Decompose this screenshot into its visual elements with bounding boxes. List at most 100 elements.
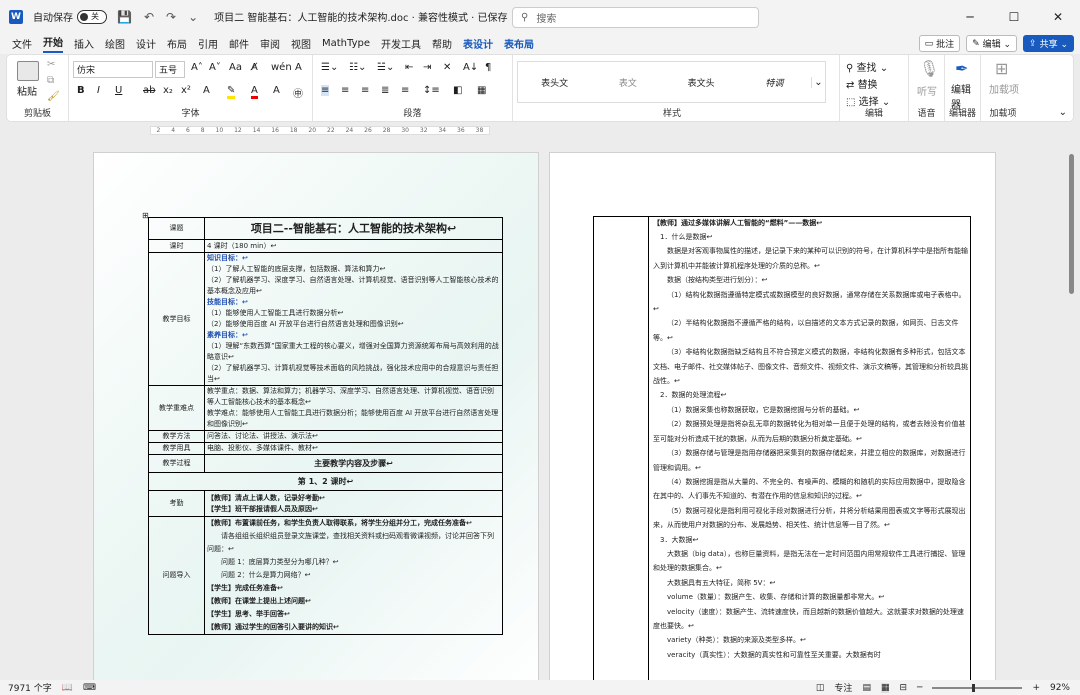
- italic-icon[interactable]: I: [97, 85, 100, 96]
- sort-icon[interactable]: A↓: [463, 62, 478, 73]
- objectives-cell[interactable]: 知识目标：↩ （1）了解人工智能的底层支撑，包括数据、算法和算力↩ （2）了解机…: [204, 252, 503, 386]
- borders-icon[interactable]: ▦: [477, 85, 486, 96]
- font-name-select[interactable]: 仿宋: [73, 61, 153, 78]
- subscript-icon[interactable]: x₂: [163, 85, 173, 96]
- comments-button[interactable]: ▭ 批注: [918, 35, 961, 52]
- bold-icon[interactable]: B: [77, 85, 85, 96]
- tab-references[interactable]: 引用: [198, 36, 218, 51]
- undo-icon[interactable]: ↶: [144, 10, 154, 24]
- cell-key[interactable]: 教学用具: [148, 442, 205, 455]
- print-layout-icon[interactable]: ▦: [880, 682, 890, 693]
- accessibility-icon[interactable]: ⌨: [83, 683, 96, 693]
- enclose-char-icon[interactable]: ㊥: [293, 85, 303, 100]
- char-border-icon[interactable]: A: [295, 62, 302, 73]
- align-left-icon[interactable]: ≡: [401, 85, 409, 96]
- share-button[interactable]: ⇪ 共享 ⌄: [1023, 35, 1074, 52]
- shading-icon[interactable]: ◧: [453, 85, 462, 96]
- distributed-icon[interactable]: ≣: [381, 85, 389, 96]
- period-heading[interactable]: 第 1、2 课时↩: [148, 472, 503, 491]
- page-1[interactable]: ⊞ 课题 项目二--智能基石：人工智能的技术架构↩ 课时 4 课时（180 min）…: [93, 152, 539, 692]
- vertical-scrollbar[interactable]: [1067, 152, 1076, 680]
- redo-icon[interactable]: ↷: [166, 10, 176, 24]
- highlight-icon[interactable]: ✎: [227, 85, 236, 99]
- word-count[interactable]: 7971 个字: [8, 681, 52, 694]
- char-shading-icon[interactable]: A: [273, 85, 280, 96]
- editing-mode-button[interactable]: ✎ 编辑 ⌄: [966, 35, 1018, 52]
- find-button[interactable]: ⚲ 查找 ⌄: [846, 59, 888, 74]
- style-item[interactable]: 表头文: [518, 76, 591, 89]
- tab-draw[interactable]: 绘图: [105, 36, 125, 51]
- clear-format-icon[interactable]: A̸: [251, 62, 258, 73]
- lesson-title[interactable]: 项目二--智能基石：人工智能的技术架构↩: [204, 217, 503, 240]
- proofing-icon[interactable]: 📖: [62, 683, 73, 693]
- chinese-layout-icon[interactable]: ✕: [443, 62, 451, 73]
- zoom-level[interactable]: 92%: [1050, 683, 1070, 693]
- restore-button[interactable]: ☐: [992, 0, 1036, 33]
- change-case-icon[interactable]: Aa: [229, 62, 242, 73]
- bullets-icon[interactable]: ☰⌄: [321, 62, 338, 73]
- tab-table-design[interactable]: 表设计: [463, 36, 493, 51]
- decrease-indent-icon[interactable]: ⇤: [405, 62, 413, 73]
- style-item[interactable]: 表文头: [665, 76, 738, 89]
- autosave-toggle[interactable]: 关: [77, 9, 107, 24]
- align-right-icon[interactable]: ≡: [361, 85, 369, 96]
- tab-design[interactable]: 设计: [136, 36, 156, 51]
- editor-icon[interactable]: ✒: [955, 59, 968, 78]
- tab-file[interactable]: 文件: [12, 36, 32, 51]
- paste-label[interactable]: 粘贴: [17, 83, 37, 98]
- superscript-icon[interactable]: x²: [181, 85, 191, 96]
- align-justify-icon[interactable]: ≡: [321, 85, 330, 96]
- zoom-in-button[interactable]: +: [1032, 683, 1040, 693]
- document-title[interactable]: 项目二 智能基石：人工智能的技术架构.doc · 兼容性模式 · 已保存 ⌄: [214, 9, 519, 24]
- key-points-cell[interactable]: 教学重点：数据、算法和算力；机器学习、深度学习、自然语言处理、计算机视觉、语音识…: [204, 385, 503, 431]
- dictate-label[interactable]: 听写: [917, 83, 937, 98]
- paste-icon[interactable]: [17, 61, 39, 81]
- collapse-ribbon-icon[interactable]: ⌄: [1059, 107, 1067, 118]
- zoom-slider-thumb[interactable]: [972, 683, 976, 692]
- tab-mailings[interactable]: 邮件: [229, 36, 249, 51]
- tab-layout[interactable]: 布局: [167, 36, 187, 51]
- cell-key[interactable]: 教学重难点: [148, 385, 205, 431]
- tab-review[interactable]: 审阅: [260, 36, 280, 51]
- font-size-select[interactable]: 五号: [155, 61, 185, 78]
- focus-mode-icon[interactable]: ◫: [816, 683, 825, 693]
- section-heading[interactable]: 主要教学内容及步骤↩: [204, 454, 503, 473]
- ruler-scale[interactable]: 2 4 6 8 10 12 14 16 18 20 22 24 26 28 30 32 34 36 38: [150, 126, 490, 135]
- tab-view[interactable]: 视图: [291, 36, 311, 51]
- style-item[interactable]: 特调: [738, 76, 811, 89]
- focus-label[interactable]: 专注: [834, 681, 852, 694]
- search-box[interactable]: ⚲ 搜索: [512, 7, 759, 28]
- cell-key[interactable]: 课时: [148, 239, 205, 253]
- tab-developer[interactable]: 开发工具: [381, 36, 421, 51]
- cut-icon[interactable]: ✂: [47, 59, 55, 70]
- font-color-icon[interactable]: A: [251, 85, 258, 99]
- tab-help[interactable]: 帮助: [432, 36, 452, 51]
- read-mode-icon[interactable]: ▤: [862, 683, 871, 693]
- addins-button-label[interactable]: 加载项: [989, 81, 1019, 96]
- close-button[interactable]: ✕: [1036, 0, 1080, 33]
- multilevel-list-icon[interactable]: ☱⌄: [377, 62, 394, 73]
- intro-cell[interactable]: 【教师】布置课前任务，和学生负责人取得联系，将学生分组并分工，完成任务准备↩ 请…: [204, 516, 503, 635]
- table-content-cell[interactable]: 【教师】通过多媒体讲解人工智能的“燃料”——数据↩ 1．什么是数据↩ 数据是对客观…: [653, 217, 969, 662]
- increase-indent-icon[interactable]: ⇥: [423, 62, 431, 73]
- scroll-thumb[interactable]: [1069, 154, 1074, 294]
- cell-key[interactable]: 考勤: [148, 490, 205, 517]
- replace-button[interactable]: ⇄ 替换: [846, 76, 878, 91]
- cell-key[interactable]: 问题导入: [148, 516, 205, 635]
- microphone-icon[interactable]: 🎙: [919, 59, 939, 78]
- page-2[interactable]: 【教师】通过多媒体讲解人工智能的“燃料”——数据↩ 1．什么是数据↩ 数据是对客观…: [549, 152, 996, 692]
- phonetic-icon[interactable]: wén: [271, 62, 292, 73]
- minimize-button[interactable]: ─: [948, 0, 992, 33]
- cell-key[interactable]: 教学方法: [148, 430, 205, 443]
- strikethrough-icon[interactable]: ab: [143, 85, 155, 96]
- tab-mathtype[interactable]: MathType: [322, 38, 370, 49]
- attendance-cell[interactable]: 【教师】清点上课人数，记录好考勤↩ 【学生】班干部报请假人员及原因↩: [204, 490, 503, 517]
- numbering-icon[interactable]: ☷⌄: [349, 62, 366, 73]
- style-item[interactable]: 表文: [591, 76, 664, 89]
- web-layout-icon[interactable]: ⊟: [899, 683, 907, 693]
- cell-key[interactable]: 课题: [148, 217, 205, 240]
- addins-icon[interactable]: ⊞: [995, 59, 1008, 78]
- styles-more-icon[interactable]: ⌄: [811, 76, 825, 88]
- copy-icon[interactable]: ⧉: [47, 75, 54, 86]
- line-spacing-icon[interactable]: ↕≡: [423, 85, 440, 96]
